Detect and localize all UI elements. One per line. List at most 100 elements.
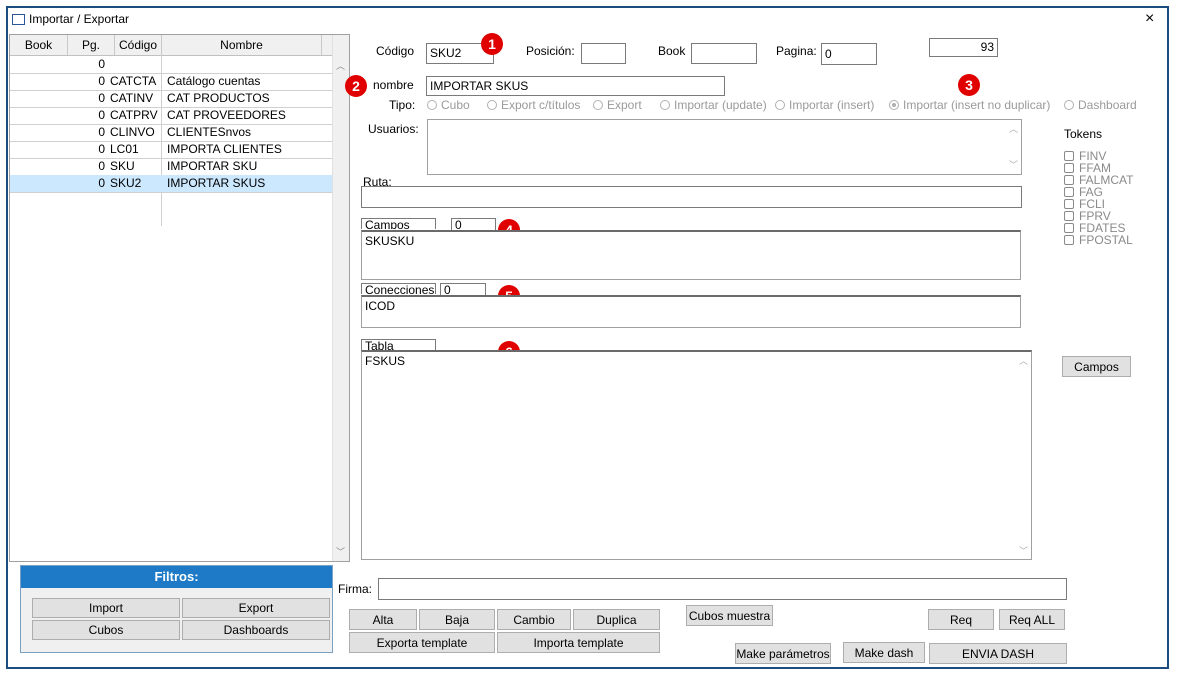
codigo-label: Código	[376, 44, 415, 58]
firma-field[interactable]	[378, 578, 1067, 600]
grid-cell-pg: 0	[98, 125, 105, 139]
cubos-muestra-button[interactable]: Cubos muestra	[686, 605, 773, 626]
grid-header: Book Pg. Código Nombre	[10, 35, 332, 56]
table-row[interactable]: 0 LC01 IMPORTA CLIENTES	[10, 141, 332, 159]
req-all-button[interactable]: Req ALL	[999, 609, 1065, 630]
usuarios-field[interactable]: ︿ ﹀	[427, 119, 1022, 175]
radio-icon	[427, 100, 437, 110]
filter-cubos-button[interactable]: Cubos	[32, 620, 180, 640]
scroll-down-icon[interactable]: ﹀	[336, 545, 345, 558]
pagina-field[interactable]: 0	[821, 43, 877, 65]
conecciones-value: ICOD	[365, 299, 395, 313]
scroll-up-icon[interactable]: ︿	[336, 59, 345, 72]
tabla-scrollbar[interactable]: ︿ ﹀	[1015, 352, 1031, 559]
radio-icon	[660, 100, 670, 110]
filter-import-button[interactable]: Import	[32, 598, 180, 618]
radio-selected-icon	[889, 100, 899, 110]
tipo-radio-importar-insert[interactable]: Importar (insert)	[775, 98, 874, 112]
filter-dashboards-button[interactable]: Dashboards	[182, 620, 330, 640]
grid-cell-codigo: CLINVO	[110, 125, 155, 139]
records-grid[interactable]: Book Pg. Código Nombre 0 0 CATCTA Catálogo …	[9, 34, 350, 562]
grid-cell-pg: 0	[98, 91, 105, 105]
tabla-tag: Tabla	[361, 339, 436, 350]
usuarios-label: Usuarios:	[368, 122, 419, 136]
book-field[interactable]	[691, 43, 757, 64]
grid-cell-nombre: CAT PROVEEDORES	[167, 108, 286, 122]
grid-cell-codigo: CATCTA	[110, 74, 157, 88]
posicion-field[interactable]	[581, 43, 626, 64]
grid-cell-codigo: CATINV	[110, 91, 154, 105]
grid-cell-codigo: LC01	[110, 142, 139, 156]
scroll-down-icon[interactable]: ﹀	[1019, 544, 1028, 557]
tabla-field[interactable]: FSKUS ︿ ﹀	[361, 350, 1032, 560]
alta-button[interactable]: Alta	[349, 609, 417, 630]
scroll-down-icon[interactable]: ﹀	[1009, 158, 1018, 171]
nombre-field[interactable]: IMPORTAR SKUS	[426, 76, 725, 96]
grid-cell-nombre: IMPORTA CLIENTES	[167, 142, 282, 156]
table-row[interactable]: 0 CATCTA Catálogo cuentas	[10, 73, 332, 91]
posicion-label: Posición:	[526, 44, 575, 58]
checkbox-icon	[1064, 199, 1074, 209]
usuarios-scrollbar[interactable]: ︿ ﹀	[1005, 120, 1021, 174]
grid-cell-nombre: IMPORTAR SKU	[167, 159, 258, 173]
req-button[interactable]: Req	[928, 609, 994, 630]
number-field[interactable]: 93	[929, 38, 998, 57]
grid-header-codigo[interactable]: Código	[115, 35, 162, 55]
close-icon[interactable]: ×	[1145, 10, 1154, 28]
grid-header-book[interactable]: Book	[10, 35, 68, 55]
scroll-up-icon[interactable]: ︿	[1009, 122, 1018, 135]
filter-export-button[interactable]: Export	[182, 598, 330, 618]
radio-icon	[487, 100, 497, 110]
radio-icon	[593, 100, 603, 110]
table-row[interactable]: 0 SKU IMPORTAR SKU	[10, 158, 332, 176]
exporta-template-button[interactable]: Exporta template	[349, 632, 495, 653]
grid-cell-pg: 0	[98, 108, 105, 122]
campos-value: SKUSKU	[365, 234, 415, 248]
table-row[interactable]: 0 SKU2 IMPORTAR SKUS	[10, 175, 332, 193]
tokens-title: Tokens	[1064, 127, 1103, 141]
checkbox-icon	[1064, 151, 1074, 161]
grid-cell-nombre: CLIENTESnvos	[167, 125, 252, 139]
table-row[interactable]: 0	[10, 56, 332, 74]
tipo-label: Tipo:	[389, 98, 416, 112]
grid-cell-pg: 0	[98, 74, 105, 88]
tipo-radio-importar-update[interactable]: Importar (update)	[660, 98, 767, 112]
cambio-button[interactable]: Cambio	[497, 609, 571, 630]
tipo-radio-export-titulos[interactable]: Export c/títulos	[487, 98, 580, 112]
book-label: Book	[658, 44, 686, 58]
radio-icon	[775, 100, 785, 110]
tipo-radio-export[interactable]: Export	[593, 98, 642, 112]
conecciones-tag: Conecciones	[361, 283, 436, 294]
grid-header-nombre[interactable]: Nombre	[162, 35, 322, 55]
campos-button[interactable]: Campos	[1062, 356, 1131, 377]
nombre-label: nombre	[373, 78, 414, 92]
grid-cell-pg: 0	[98, 176, 105, 190]
grid-scrollbar[interactable]: ︿ ﹀	[332, 35, 349, 561]
table-row[interactable]: 0 CATPRV CAT PROVEEDORES	[10, 107, 332, 125]
grid-cell-nombre: CAT PRODUCTOS	[167, 91, 270, 105]
tipo-radio-dashboard[interactable]: Dashboard	[1064, 98, 1137, 112]
scroll-up-icon[interactable]: ︿	[1019, 354, 1028, 367]
importa-template-button[interactable]: Importa template	[497, 632, 660, 653]
ruta-field[interactable]	[361, 186, 1022, 208]
make-dash-button[interactable]: Make dash	[843, 642, 925, 663]
baja-button[interactable]: Baja	[419, 609, 495, 630]
badge-1: 1	[481, 33, 503, 55]
badge-3: 3	[958, 74, 980, 96]
checkbox-icon	[1064, 175, 1074, 185]
conecciones-field[interactable]: ICOD	[361, 295, 1021, 328]
token-label: FPOSTAL	[1079, 233, 1133, 247]
grid-header-pg[interactable]: Pg.	[68, 35, 115, 55]
table-row[interactable]: 0 CLINVO CLIENTESnvos	[10, 124, 332, 142]
token-checkbox-fpostal[interactable]: FPOSTAL	[1064, 234, 1133, 246]
table-row[interactable]: 0 CATINV CAT PRODUCTOS	[10, 90, 332, 108]
grid-cell-nombre: Catálogo cuentas	[167, 74, 261, 88]
tipo-radio-cubo[interactable]: Cubo	[427, 98, 470, 112]
filtros-panel: Filtros: Import Export Cubos Dashboards	[20, 565, 333, 653]
campos-field[interactable]: SKUSKU	[361, 230, 1021, 280]
envia-dash-button[interactable]: ENVIA DASH	[929, 643, 1067, 664]
duplica-button[interactable]: Duplica	[573, 609, 660, 630]
make-parametros-button[interactable]: Make parámetros	[735, 643, 831, 664]
tipo-radio-importar-insert-no-duplicar[interactable]: Importar (insert no duplicar)	[889, 98, 1050, 112]
window-icon	[12, 14, 25, 25]
